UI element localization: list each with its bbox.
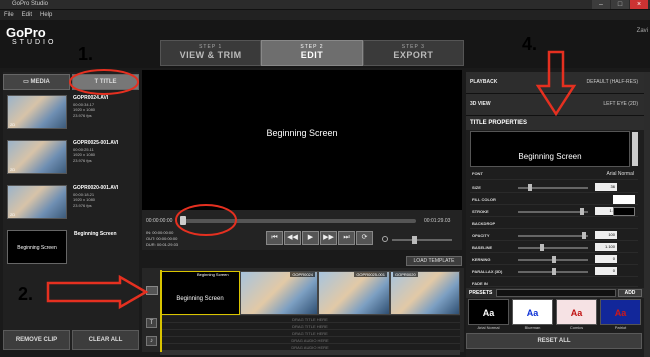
annotation-circle-scrubber — [175, 204, 237, 236]
annotation-overlay: 1. 2. 3. 4. — [18, 34, 577, 310]
annotation-label-2: 2. — [18, 284, 33, 304]
annotation-label-3: 3. — [164, 180, 179, 200]
annotation-label-4: 4. — [522, 34, 537, 54]
annotation-arrow-down — [535, 50, 577, 117]
annotation-arrow-right — [46, 274, 149, 310]
annotation-circle-title-tab — [69, 69, 139, 95]
annotation-label-1: 1. — [78, 44, 93, 64]
